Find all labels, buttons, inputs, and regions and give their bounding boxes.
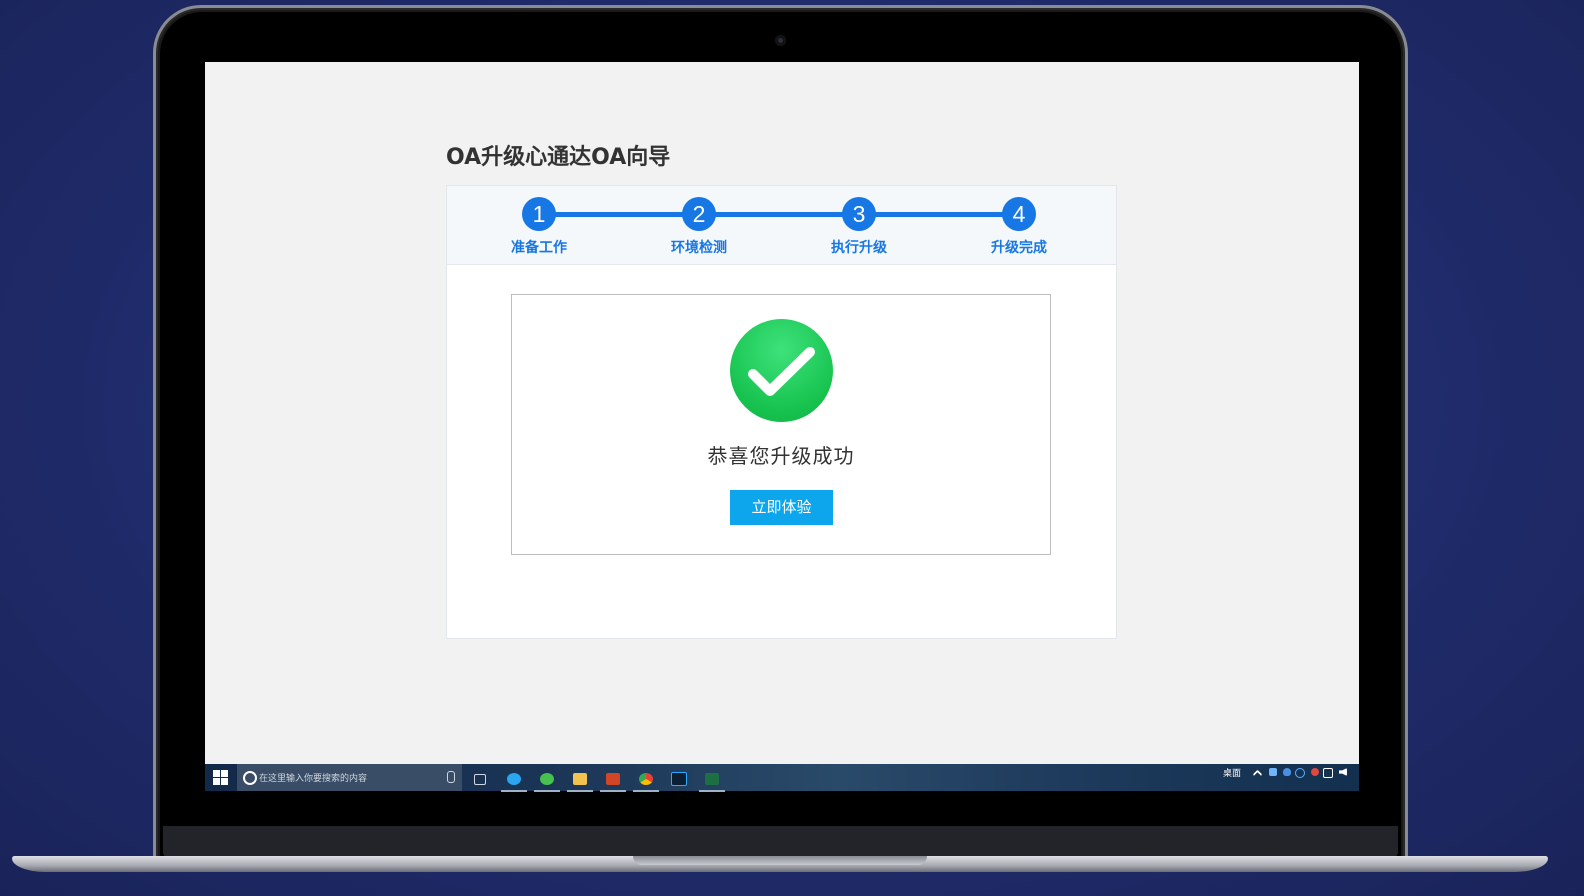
step-1-label: 准备工作 (511, 240, 567, 256)
steps-progress-line (539, 212, 1019, 217)
taskbar-search-box[interactable]: 在这里输入你要搜索的内容 (237, 764, 462, 791)
result-box: 恭喜您升级成功 立即体验 (511, 294, 1051, 555)
step-4-label: 升级完成 (991, 240, 1047, 256)
step-2-label: 环境检测 (671, 240, 727, 256)
laptop-hinge-notch (633, 856, 927, 865)
file-explorer-icon[interactable] (567, 768, 593, 792)
chevron-up-icon[interactable] (1252, 769, 1263, 780)
step-1-number: 1 (522, 197, 556, 231)
success-message: 恭喜您升级成功 (707, 444, 855, 468)
windows-taskbar: 在这里输入你要搜索的内容 桌面 (205, 764, 1359, 792)
task-view-icon[interactable] (467, 768, 493, 790)
browser-icon[interactable] (501, 768, 527, 792)
desktop-toolbar-label[interactable]: 桌面 (1223, 766, 1241, 779)
step-4-number: 4 (1002, 197, 1036, 231)
laptop-chin (163, 826, 1398, 858)
webcam-icon (776, 36, 785, 45)
browser-viewport: OA升级心通达OA向导 1 准备工作 2 环境检测 3 执行升级 4 升级完成 (205, 62, 1359, 764)
network-icon[interactable] (1323, 768, 1333, 778)
powerpoint-icon[interactable] (600, 768, 626, 792)
step-4: 4 升级完成 (959, 197, 1079, 257)
microphone-icon[interactable] (447, 771, 455, 783)
cortana-icon (243, 771, 257, 785)
checkmark-icon (730, 319, 833, 422)
tray-app-icon[interactable] (1269, 768, 1277, 776)
try-now-button[interactable]: 立即体验 (730, 490, 833, 525)
page-title: OA升级心通达OA向导 (446, 145, 671, 170)
qq-icon[interactable] (1311, 768, 1319, 776)
chrome-icon[interactable] (633, 768, 659, 792)
step-2: 2 环境检测 (639, 197, 759, 257)
photoshop-icon[interactable] (666, 768, 692, 790)
step-3-label: 执行升级 (831, 240, 887, 256)
search-placeholder: 在这里输入你要搜索的内容 (259, 774, 368, 784)
volume-icon[interactable] (1339, 768, 1347, 776)
excel-icon[interactable] (699, 768, 725, 792)
step-3: 3 执行升级 (799, 197, 919, 257)
windows-start-icon[interactable] (213, 770, 229, 786)
step-1: 1 准备工作 (479, 197, 599, 257)
wechat-icon[interactable] (534, 768, 560, 792)
wizard-panel: 1 准备工作 2 环境检测 3 执行升级 4 升级完成 恭喜您升级成功 立即体验 (446, 185, 1117, 639)
step-2-number: 2 (682, 197, 716, 231)
shield-icon[interactable] (1283, 768, 1291, 776)
step-3-number: 3 (842, 197, 876, 231)
wizard-steps: 1 准备工作 2 环境检测 3 执行升级 4 升级完成 (447, 186, 1116, 265)
chat-icon[interactable] (1295, 768, 1305, 778)
